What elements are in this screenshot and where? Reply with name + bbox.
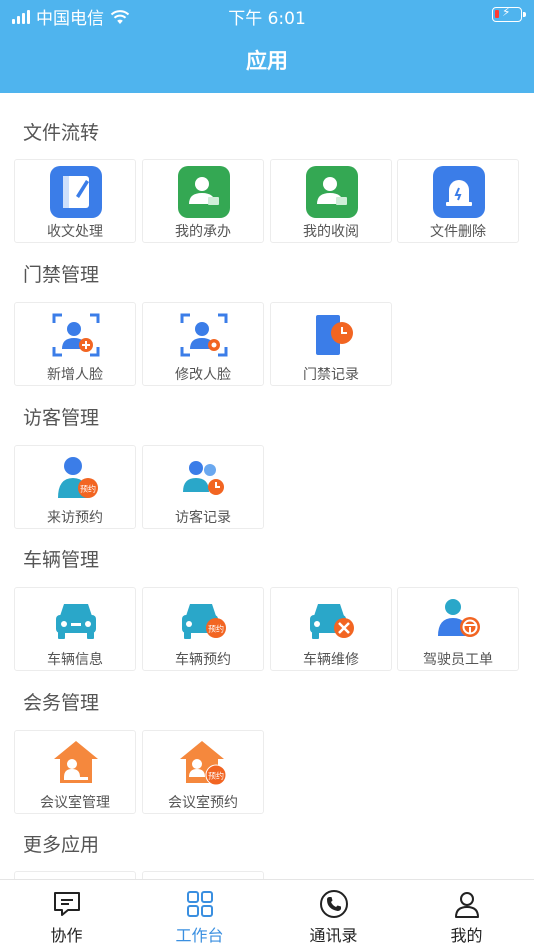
app-tile-visit-reservation[interactable]: 预约 来访预约 — [14, 445, 136, 529]
app-label: 车辆预约 — [175, 652, 231, 668]
visitor-reserve-icon: 预约 — [58, 457, 98, 498]
app-tile-edit-face[interactable]: 修改人脸 — [142, 302, 264, 386]
car-repair-icon — [310, 604, 354, 639]
app-label: 门禁记录 — [303, 367, 359, 383]
app-label: 会议室预约 — [168, 795, 238, 811]
app-tile-vehicle-repair[interactable]: 车辆维修 — [270, 587, 392, 671]
app-header: 中国电信 下午 6:01 ⚡ 应用 — [0, 0, 534, 93]
app-label: 会议室管理 — [40, 795, 110, 811]
app-tile-meeting-room-manage[interactable]: 会议室管理 — [14, 730, 136, 814]
app-label: 车辆信息 — [47, 652, 103, 668]
tab-label: 协作 — [50, 926, 83, 945]
status-time: 下午 6:01 — [228, 9, 306, 29]
section-title-access-control: 门禁管理 — [23, 264, 100, 286]
car-icon — [56, 604, 96, 639]
app-tile-incoming-docs[interactable]: 收文处理 — [14, 159, 136, 243]
visitor-record-icon — [183, 461, 224, 495]
app-tile-meeting-room-reserve[interactable]: 预约 会议室预约 — [142, 730, 264, 814]
meeting-reserve-icon: 预约 — [180, 741, 227, 786]
section-title-visitor: 访客管理 — [23, 407, 100, 429]
app-tile-more-1[interactable] — [14, 871, 136, 879]
page-title: 应用 — [246, 49, 288, 73]
app-tile-more-2[interactable] — [142, 871, 264, 879]
app-label: 收文处理 — [47, 224, 103, 240]
app-tile-my-tasks[interactable]: 我的承办 — [142, 159, 264, 243]
app-tile-file-delete[interactable]: 文件删除 — [397, 159, 519, 243]
chat-icon — [53, 892, 80, 916]
app-label: 新增人脸 — [47, 367, 103, 383]
app-label: 访客记录 — [175, 510, 231, 526]
apps-content[interactable]: 文件流转 收文处理 我的承办 我的收阅 文件删除 门禁管理 新增人脸 修改人脸 … — [0, 93, 534, 879]
svg-text:预约: 预约 — [208, 771, 224, 781]
tab-workbench[interactable]: 工作台 — [133, 880, 266, 950]
app-label: 我的收阅 — [303, 224, 359, 240]
bottom-tab-bar: 协作 工作台 通讯录 我的 — [0, 879, 534, 950]
face-add-icon — [52, 313, 100, 357]
app-tile-vehicle-info[interactable]: 车辆信息 — [14, 587, 136, 671]
section-title-vehicle: 车辆管理 — [23, 549, 100, 571]
app-tile-my-reading[interactable]: 我的收阅 — [270, 159, 392, 243]
app-label: 驾驶员工单 — [423, 652, 493, 668]
user-task-icon — [178, 166, 230, 218]
face-edit-icon — [180, 313, 228, 357]
svg-text:预约: 预约 — [80, 484, 96, 494]
app-label: 文件删除 — [430, 224, 486, 240]
person-icon — [454, 892, 479, 918]
driver-icon — [438, 599, 480, 637]
tab-contacts[interactable]: 通讯录 — [267, 880, 400, 950]
app-tile-door-records[interactable]: 门禁记录 — [270, 302, 392, 386]
meeting-room-icon — [54, 741, 98, 783]
app-label: 我的承办 — [175, 224, 231, 240]
user-read-icon — [306, 166, 358, 218]
tab-label: 我的 — [450, 926, 483, 945]
svg-text:预约: 预约 — [208, 624, 224, 634]
section-title-meeting: 会务管理 — [23, 692, 100, 714]
tab-mine[interactable]: 我的 — [400, 880, 533, 950]
phone-icon — [319, 890, 348, 918]
alarm-delete-icon — [433, 166, 485, 218]
door-record-icon — [316, 315, 353, 355]
tab-label: 工作台 — [175, 926, 224, 945]
app-tile-add-face[interactable]: 新增人脸 — [14, 302, 136, 386]
tab-label: 通讯录 — [309, 926, 358, 945]
notebook-icon — [50, 166, 102, 218]
app-label: 车辆维修 — [303, 652, 359, 668]
section-title-more: 更多应用 — [23, 834, 100, 856]
app-tile-visitor-records[interactable]: 访客记录 — [142, 445, 264, 529]
app-label: 修改人脸 — [175, 367, 231, 383]
battery-icon: ⚡ — [492, 5, 526, 22]
status-bar: 中国电信 下午 6:01 ⚡ — [0, 0, 534, 30]
tab-collaboration[interactable]: 协作 — [0, 880, 133, 950]
app-tile-vehicle-reservation[interactable]: 预约 车辆预约 — [142, 587, 264, 671]
section-title-file-flow: 文件流转 — [23, 122, 100, 144]
app-label: 来访预约 — [47, 510, 103, 526]
grid-icon — [186, 891, 213, 917]
app-tile-driver-orders[interactable]: 驾驶员工单 — [397, 587, 519, 671]
car-reserve-icon: 预约 — [182, 604, 226, 639]
